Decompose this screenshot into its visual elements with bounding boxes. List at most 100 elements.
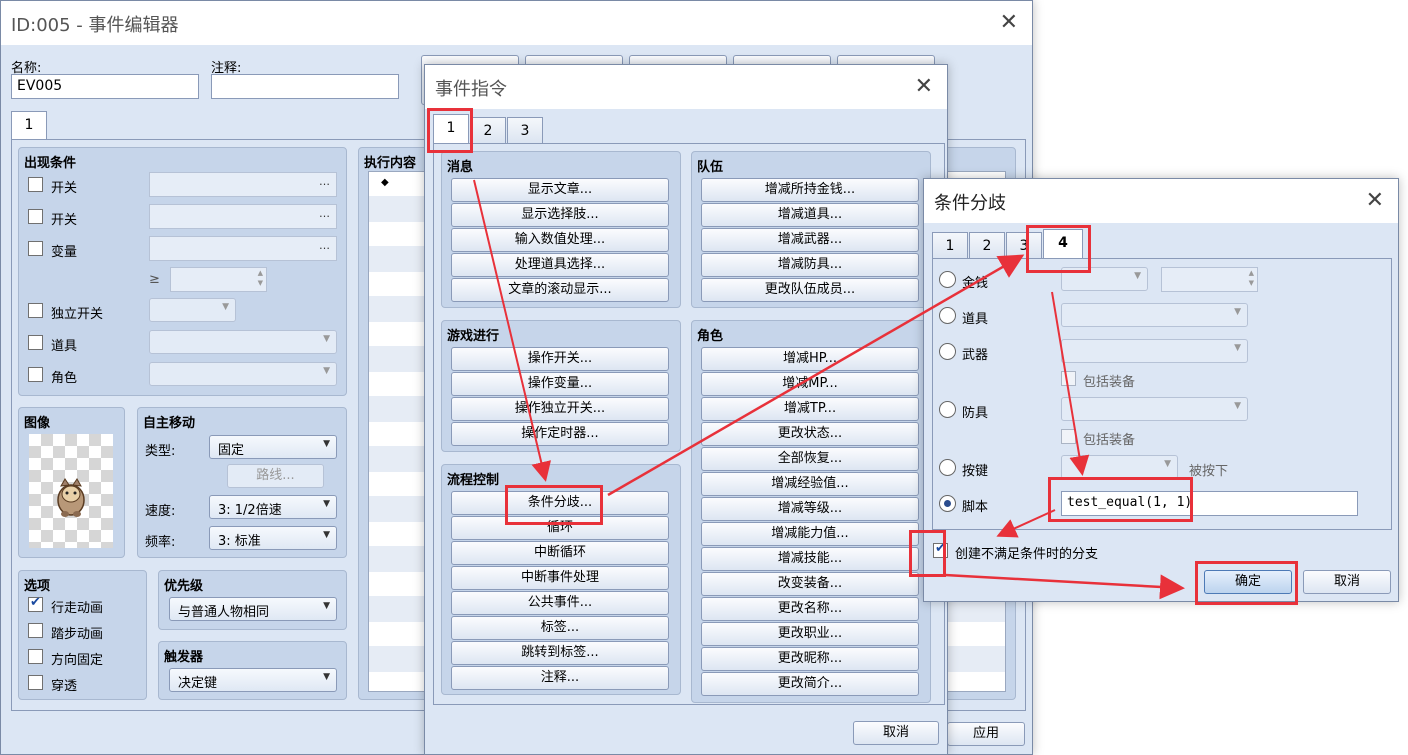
direction-fix-checkbox[interactable] <box>28 649 43 664</box>
cmd-change-party[interactable]: 更改队伍成员... <box>701 278 919 302</box>
script-input[interactable]: test_equal(1, 1) <box>1061 491 1358 516</box>
variable-value-spinner[interactable]: ▲ ▼ <box>170 267 267 292</box>
cmd-show-text[interactable]: 显示文章... <box>451 178 669 202</box>
command-tab-3[interactable]: 3 <box>507 117 543 144</box>
cmd-change-weapons[interactable]: 增减武器... <box>701 228 919 252</box>
cmd-change-exp[interactable]: 增减经验值... <box>701 472 919 496</box>
freq-combo[interactable]: 3: 标准 ▼ <box>209 526 337 550</box>
tab-page-1[interactable]: 1 <box>11 111 47 141</box>
branch-cancel-button[interactable]: 取消 <box>1303 570 1391 594</box>
branch-tab-1[interactable]: 1 <box>932 232 968 259</box>
cmd-change-profile[interactable]: 更改简介... <box>701 672 919 696</box>
cmd-show-choices[interactable]: 显示选择肢... <box>451 203 669 227</box>
auto-move-title: 自主移动 <box>143 416 196 431</box>
cmd-break-loop[interactable]: 中断循环 <box>451 541 669 565</box>
cmd-change-mp[interactable]: 增减MP... <box>701 372 919 396</box>
switch1-field[interactable]: … <box>149 172 337 197</box>
ok-button[interactable]: 确定 <box>1204 570 1292 594</box>
cmd-change-armors[interactable]: 增减防具... <box>701 253 919 277</box>
cmd-change-nickname[interactable]: 更改昵称... <box>701 647 919 671</box>
switch1-checkbox[interactable] <box>28 177 43 192</box>
button-radio[interactable] <box>939 459 956 476</box>
cmd-change-equipment[interactable]: 改变装备... <box>701 572 919 596</box>
switch2-field[interactable]: … <box>149 204 337 229</box>
self-switch-checkbox[interactable] <box>28 303 43 318</box>
cmd-comment[interactable]: 注释... <box>451 666 669 690</box>
cmd-change-level[interactable]: 增减等级... <box>701 497 919 521</box>
cmd-label[interactable]: 标签... <box>451 616 669 640</box>
walking-anim-checkbox[interactable] <box>28 595 43 612</box>
variable-checkbox[interactable] <box>28 241 43 256</box>
weapon-include-equip-checkbox[interactable] <box>1061 371 1076 386</box>
note-input[interactable] <box>211 74 399 99</box>
command-tab-1[interactable]: 1 <box>433 114 469 144</box>
cmd-change-params[interactable]: 增减能力值... <box>701 522 919 546</box>
cmd-exit-event[interactable]: 中断事件处理 <box>451 566 669 590</box>
gold-op-combo[interactable]: ▼ <box>1061 267 1148 291</box>
speed-combo[interactable]: 3: 1/2倍速 ▼ <box>209 495 337 519</box>
branch-tab-3[interactable]: 3 <box>1006 232 1042 259</box>
priority-combo[interactable]: 与普通人物相同 ▼ <box>169 597 337 621</box>
actor-checkbox[interactable] <box>28 367 43 382</box>
cmd-input-number[interactable]: 输入数值处理... <box>451 228 669 252</box>
trigger-combo[interactable]: 决定键 ▼ <box>169 668 337 692</box>
gold-value-spinner[interactable]: ▲ ▼ <box>1161 267 1258 292</box>
cmd-loop[interactable]: 循环 <box>451 516 669 540</box>
actor-combo[interactable]: ▼ <box>149 362 337 386</box>
variable-field[interactable]: … <box>149 236 337 261</box>
freq-value: 3: 标准 <box>218 534 261 549</box>
cmd-change-gold[interactable]: 增减所持金钱... <box>701 178 919 202</box>
item-radio[interactable] <box>939 307 956 324</box>
message-title: 消息 <box>447 160 474 175</box>
close-icon[interactable]: ✕ <box>915 74 933 99</box>
branch-tab-4[interactable]: 4 <box>1043 229 1083 259</box>
variable-label: 变量 <box>51 245 78 260</box>
weapon-radio[interactable] <box>939 343 956 360</box>
cmd-control-variables[interactable]: 操作变量... <box>451 372 669 396</box>
cmd-common-event[interactable]: 公共事件... <box>451 591 669 615</box>
cmd-change-class[interactable]: 更改职业... <box>701 622 919 646</box>
cmd-change-hp[interactable]: 增减HP... <box>701 347 919 371</box>
close-icon[interactable]: ✕ <box>1366 188 1384 213</box>
weapon-select-combo[interactable]: ▼ <box>1061 339 1248 363</box>
stepping-anim-checkbox[interactable] <box>28 623 43 638</box>
gold-radio[interactable] <box>939 271 956 288</box>
close-icon[interactable]: ✕ <box>1000 10 1018 35</box>
armor-radio[interactable] <box>939 401 956 418</box>
branch-tab-2[interactable]: 2 <box>969 232 1005 259</box>
name-input[interactable]: EV005 <box>11 74 199 99</box>
cmd-change-skills[interactable]: 增减技能... <box>701 547 919 571</box>
cmd-recover-all[interactable]: 全部恢复... <box>701 447 919 471</box>
switch2-checkbox[interactable] <box>28 209 43 224</box>
else-branch-checkbox[interactable] <box>933 541 948 558</box>
cmd-select-item[interactable]: 处理道具选择... <box>451 253 669 277</box>
cmd-control-timer[interactable]: 操作定时器... <box>451 422 669 446</box>
contents-first-row[interactable]: ◆ <box>381 177 389 188</box>
cmd-scroll-text[interactable]: 文章的滚动显示... <box>451 278 669 302</box>
command-cancel-button[interactable]: 取消 <box>853 721 939 745</box>
through-checkbox[interactable] <box>28 675 43 690</box>
cmd-conditional-branch[interactable]: 条件分歧... <box>451 491 669 515</box>
item-select-combo[interactable]: ▼ <box>1061 303 1248 327</box>
cmd-control-self-switch[interactable]: 操作独立开关... <box>451 397 669 421</box>
button-select-combo[interactable]: ▼ <box>1061 455 1178 479</box>
cmd-control-switches[interactable]: 操作开关... <box>451 347 669 371</box>
cmd-change-state[interactable]: 更改状态... <box>701 422 919 446</box>
route-button[interactable]: 路线... <box>227 464 324 488</box>
self-switch-combo[interactable]: ▼ <box>149 298 236 322</box>
cmd-jump-label[interactable]: 跳转到标签... <box>451 641 669 665</box>
cmd-change-name[interactable]: 更改名称... <box>701 597 919 621</box>
command-tab-2[interactable]: 2 <box>470 117 506 144</box>
armor-include-equip-checkbox[interactable] <box>1061 429 1076 444</box>
cmd-change-items[interactable]: 增减道具... <box>701 203 919 227</box>
sprite-image[interactable] <box>29 434 113 548</box>
move-type-combo[interactable]: 固定 ▼ <box>209 435 337 459</box>
item-checkbox[interactable] <box>28 335 43 350</box>
apply-button[interactable]: 应用 <box>947 722 1025 746</box>
spinner-arrows-icon: ▲ ▼ <box>1248 269 1254 287</box>
item-combo[interactable]: ▼ <box>149 330 337 354</box>
chevron-down-icon: ▼ <box>1234 401 1241 411</box>
armor-select-combo[interactable]: ▼ <box>1061 397 1248 421</box>
script-radio[interactable] <box>939 495 956 512</box>
cmd-change-tp[interactable]: 增减TP... <box>701 397 919 421</box>
